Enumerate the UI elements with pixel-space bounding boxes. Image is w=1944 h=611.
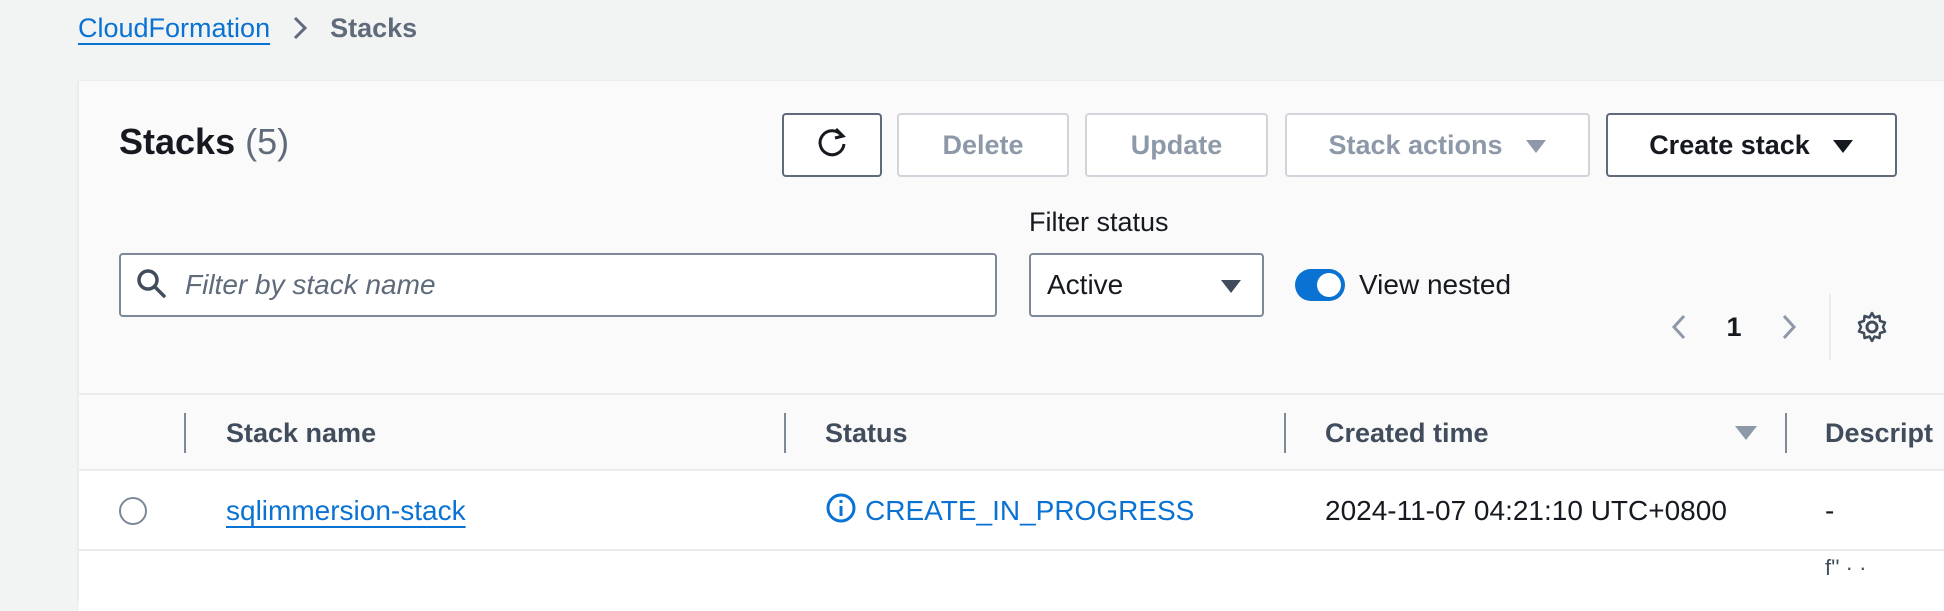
view-nested-toggle[interactable] [1295,269,1345,301]
created-time-cell: 2024-11-07 04:21:10 UTC+0800 [1325,495,1727,526]
stack-actions-button[interactable]: Stack actions [1285,113,1590,177]
caret-down-icon [1220,269,1242,301]
filter-status-select[interactable]: Active [1029,253,1264,317]
view-nested-toggle-group: View nested [1295,269,1511,301]
column-header-stack-name[interactable]: Stack name [226,395,376,471]
toggle-knob [1317,273,1341,297]
panel-title-text: Stacks [119,121,236,162]
pagination: 1 [1659,294,1889,360]
stack-count: (5) [245,121,290,162]
breadcrumb: CloudFormation Stacks [78,8,417,48]
view-nested-label: View nested [1359,269,1512,300]
breadcrumb-cloudformation-link[interactable]: CloudFormation [78,13,270,44]
search-icon [135,267,167,304]
previous-page-button[interactable] [1659,313,1699,341]
filter-status-label: Filter status [1029,207,1169,237]
delete-button[interactable]: Delete [897,113,1069,177]
stack-name-link[interactable]: sqlimmersion-stack [226,495,466,527]
update-button[interactable]: Update [1085,113,1268,177]
create-stack-button[interactable]: Create stack [1606,113,1897,177]
column-divider[interactable] [1284,413,1286,453]
current-page-number[interactable]: 1 [1699,312,1769,343]
sort-descending-icon[interactable] [1734,395,1758,471]
next-row-peek: f'' · · [1825,555,1867,580]
status-cell: CREATE_IN_PROGRESS [825,471,1194,551]
gear-icon[interactable] [1855,310,1889,344]
column-divider[interactable] [784,413,786,453]
filter-status-value: Active [1047,269,1124,300]
table-row: sqlimmersion-stack CREATE_IN_PROGRESS 20… [79,471,1944,551]
search-field[interactable] [119,253,997,317]
refresh-button[interactable] [782,113,882,177]
status-text: CREATE_IN_PROGRESS [865,495,1195,526]
pager-divider [1829,294,1831,360]
chevron-right-icon [292,15,308,41]
breadcrumb-current: Stacks [330,12,418,43]
refresh-icon [815,125,849,166]
search-input[interactable] [185,269,965,301]
column-header-description[interactable]: Descript [1825,395,1933,471]
page-title: Stacks (5) [119,121,289,163]
info-icon [825,492,865,531]
stacks-panel: Stacks (5) Delete Update Stack actions C… [78,80,1944,611]
column-header-created-time[interactable]: Created time [1325,395,1489,471]
create-stack-label: Create stack [1649,129,1810,160]
caret-down-icon [1525,130,1547,161]
column-divider[interactable] [1785,413,1787,453]
caret-down-icon [1832,130,1854,161]
column-header-status[interactable]: Status [825,395,908,471]
table-header: Stack name Status Created time Descript [79,393,1944,471]
stack-actions-label: Stack actions [1328,129,1503,160]
row-select-radio-cell [119,471,147,551]
description-cell: - [1825,495,1835,526]
table-row: f'' · · [79,551,1944,611]
row-select-radio[interactable] [119,497,147,525]
next-page-button[interactable] [1769,313,1809,341]
column-divider [184,413,186,453]
